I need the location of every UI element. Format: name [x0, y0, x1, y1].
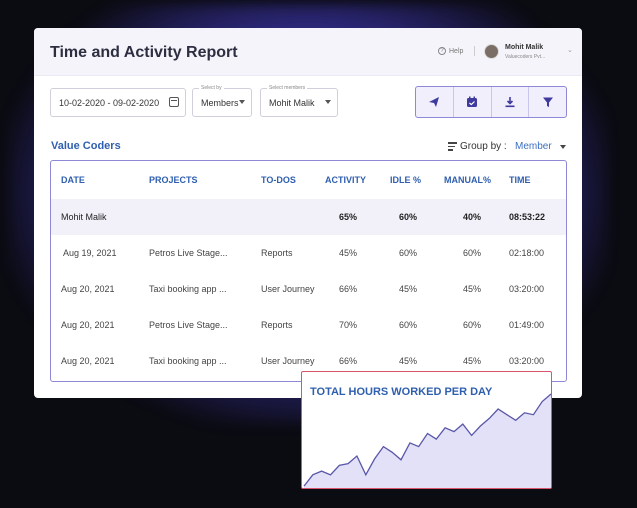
chart-area-fill	[304, 394, 551, 488]
caret-down-icon	[239, 100, 245, 104]
header-divider	[474, 46, 475, 56]
help-link[interactable]: ? Help	[438, 47, 463, 55]
page-title: Time and Activity Report	[50, 44, 238, 61]
send-icon	[429, 97, 440, 107]
row-manual: 60%	[462, 248, 481, 258]
section-bar: Value Coders Group by : Member	[34, 134, 582, 158]
report-table: DATE PROJECTS TO-DOS ACTIVITY IDLE % MAN…	[50, 160, 567, 382]
action-toolbar	[415, 86, 567, 118]
column-header-projects[interactable]: PROJECTS	[149, 161, 198, 199]
download-icon	[505, 97, 515, 108]
column-header-activity[interactable]: ACTIVITY	[325, 161, 366, 199]
row-time: 01:49:00	[509, 320, 545, 330]
select-by-value: Members	[201, 97, 239, 108]
summary-time: 08:53:22	[509, 212, 546, 222]
select-by-dropdown[interactable]: Select by Members	[192, 85, 252, 117]
summary-activity: 65%	[338, 212, 357, 222]
select-by-caption: Select by	[199, 85, 224, 91]
column-header-manual[interactable]: MANUAL%	[444, 161, 491, 199]
filter-icon	[542, 97, 553, 107]
user-organization: Valuecoders Pvt...	[505, 54, 546, 60]
column-header-todos[interactable]: TO-DOS	[261, 161, 296, 199]
group-list-icon	[448, 142, 457, 153]
download-button[interactable]	[492, 87, 530, 117]
column-header-idle[interactable]: IDLE %	[390, 161, 421, 199]
select-members-caption: Select members	[267, 85, 308, 91]
row-date: Aug 19, 2021	[63, 248, 117, 258]
chevron-down-icon[interactable]: ⌄	[567, 46, 573, 54]
row-todo: Reports	[261, 320, 293, 330]
user-name[interactable]: Mohit Malik	[505, 44, 543, 51]
row-idle: 45%	[398, 284, 417, 294]
column-header-time[interactable]: TIME	[509, 161, 531, 199]
calendar-check-icon	[467, 96, 478, 107]
avatar[interactable]	[484, 44, 499, 59]
row-project: Taxi booking app ...	[149, 356, 227, 366]
row-time: 02:18:00	[509, 248, 545, 258]
row-activity: 70%	[338, 320, 357, 330]
calendar-icon[interactable]	[169, 97, 179, 107]
caret-down-icon[interactable]	[560, 145, 566, 149]
row-project: Taxi booking app ...	[149, 284, 227, 294]
row-manual: 60%	[462, 320, 481, 330]
row-activity: 66%	[338, 284, 357, 294]
schedule-button[interactable]	[454, 87, 492, 117]
group-by-label: Group by :	[460, 141, 507, 152]
chart-title: TOTAL HOURS WORKED PER DAY	[310, 386, 493, 398]
group-by-dropdown[interactable]: Member	[515, 141, 552, 152]
member-name: Mohit Malik	[61, 212, 107, 222]
date-range-value: 10-02-2020 - 09-02-2020	[59, 97, 160, 108]
row-date: Aug 20, 2021	[61, 356, 115, 366]
row-idle: 60%	[398, 248, 417, 258]
table-row[interactable]: Aug 20, 2021 Taxi booking app ... User J…	[51, 271, 566, 307]
filter-bar: 10-02-2020 - 09-02-2020 Select by Member…	[34, 76, 582, 134]
row-project: Petros Live Stage...	[149, 248, 228, 258]
row-manual: 45%	[462, 284, 481, 294]
filter-button[interactable]	[529, 87, 566, 117]
summary-idle: 60%	[398, 212, 417, 222]
table-row[interactable]: Aug 20, 2021 Petros Live Stage... Report…	[51, 307, 566, 343]
help-label: Help	[449, 47, 464, 55]
member-summary-row[interactable]: Mohit Malik 65% 60% 40% 08:53:22	[51, 199, 566, 235]
row-todo: User Journey	[261, 284, 315, 294]
row-time: 03:20:00	[509, 284, 545, 294]
report-window: Time and Activity Report ? Help Mohit Ma…	[34, 28, 582, 398]
select-members-value: Mohit Malik	[269, 97, 315, 108]
row-date: Aug 20, 2021	[61, 284, 115, 294]
report-header: Time and Activity Report ? Help Mohit Ma…	[34, 28, 582, 76]
row-project: Petros Live Stage...	[149, 320, 228, 330]
row-date: Aug 20, 2021	[61, 320, 115, 330]
table-header: DATE PROJECTS TO-DOS ACTIVITY IDLE % MAN…	[51, 161, 566, 199]
row-activity: 45%	[338, 248, 357, 258]
row-todo: Reports	[261, 248, 293, 258]
company-name: Value Coders	[51, 140, 121, 152]
date-range-picker[interactable]: 10-02-2020 - 09-02-2020	[50, 88, 186, 117]
caret-down-icon	[325, 100, 331, 104]
summary-manual: 40%	[462, 212, 481, 222]
row-idle: 60%	[398, 320, 417, 330]
help-icon: ?	[438, 47, 446, 55]
select-members-dropdown[interactable]: Select members Mohit Malik	[260, 85, 338, 117]
column-header-date[interactable]: DATE	[61, 161, 85, 199]
hours-chart-card: TOTAL HOURS WORKED PER DAY	[301, 371, 552, 489]
send-button[interactable]	[416, 87, 454, 117]
table-row[interactable]: Aug 19, 2021 Petros Live Stage... Report…	[51, 235, 566, 271]
